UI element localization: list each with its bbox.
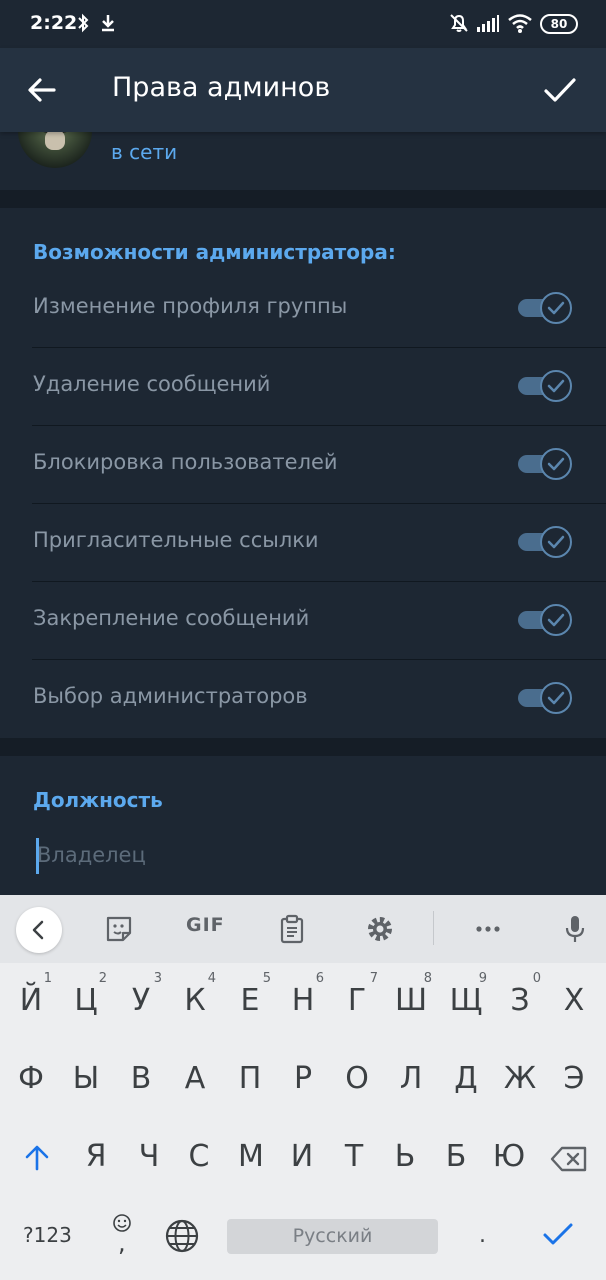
toggle-switch[interactable] — [518, 682, 572, 714]
permission-row-ban-users[interactable]: Блокировка пользователей — [0, 426, 606, 504]
keyboard: GIF 1Й 2Ц 3У 4К 5Е 6Н 7Г 8Ш 9Щ 0З Х Ф Ы … — [0, 895, 606, 1280]
wifi-icon — [508, 14, 532, 33]
app-bar: Права админов — [0, 48, 606, 132]
chevron-left-icon — [32, 920, 44, 940]
key-ц[interactable]: 2Ц — [59, 969, 113, 1033]
key-л[interactable]: Л — [384, 1047, 438, 1111]
comma-key[interactable]: , — [118, 1229, 126, 1257]
toggle-switch[interactable] — [518, 526, 572, 558]
key-м[interactable]: М — [224, 1125, 278, 1189]
key-е[interactable]: 5Е — [223, 969, 277, 1033]
avatar — [18, 132, 92, 168]
enter-check-icon[interactable] — [540, 1219, 576, 1249]
section-divider — [0, 738, 606, 756]
signal-icon — [477, 15, 499, 32]
clipboard-icon[interactable] — [276, 913, 308, 945]
toggle-switch[interactable] — [518, 604, 572, 636]
key-х[interactable]: Х — [547, 969, 601, 1033]
key-ж[interactable]: Ж — [493, 1047, 547, 1111]
permissions-header: Возможности администратора: — [33, 240, 396, 264]
key-и[interactable]: И — [275, 1125, 329, 1189]
key-ф[interactable]: Ф — [4, 1047, 58, 1111]
key-п[interactable]: П — [223, 1047, 277, 1111]
bluetooth-icon — [78, 13, 89, 33]
status-bar: 2:22 80 — [0, 0, 606, 48]
permission-label: Изменение профиля группы — [33, 294, 348, 318]
permission-row-pin-messages[interactable]: Закрепление сообщений — [0, 582, 606, 660]
check-icon — [547, 457, 565, 471]
keyboard-toolbar: GIF — [0, 895, 606, 963]
permission-row-change-profile[interactable]: Изменение профиля группы — [0, 270, 606, 348]
key-ю[interactable]: Ю — [482, 1125, 536, 1189]
backspace-icon[interactable] — [550, 1145, 588, 1173]
key-д[interactable]: Д — [439, 1047, 493, 1111]
check-icon — [547, 691, 565, 705]
check-icon — [547, 535, 565, 549]
permission-label: Закрепление сообщений — [33, 606, 310, 630]
position-input[interactable]: Владелец — [33, 838, 573, 878]
position-header: Должность — [33, 788, 163, 812]
page-title: Права админов — [112, 72, 331, 103]
permission-label: Удаление сообщений — [33, 372, 271, 396]
toolbar-separator — [433, 911, 434, 945]
key-к[interactable]: 4К — [168, 969, 222, 1033]
symbols-key[interactable]: ?123 — [23, 1223, 72, 1247]
more-icon[interactable] — [472, 913, 504, 945]
status-time: 2:22 — [30, 12, 78, 34]
key-б[interactable]: Б — [429, 1125, 483, 1189]
admin-permissions-section: Возможности администратора: Изменение пр… — [0, 208, 606, 738]
battery-indicator: 80 — [540, 14, 578, 34]
key-у[interactable]: 3У — [114, 969, 168, 1033]
key-г[interactable]: 7Г — [330, 969, 384, 1033]
check-icon — [547, 301, 565, 315]
key-ч[interactable]: Ч — [122, 1125, 176, 1189]
key-ш[interactable]: 8Ш — [384, 969, 438, 1033]
permission-label: Выбор администраторов — [33, 684, 308, 708]
key-ь[interactable]: Ь — [378, 1125, 432, 1189]
gif-button[interactable]: GIF — [186, 914, 225, 936]
key-о[interactable]: О — [330, 1047, 384, 1111]
key-а[interactable]: А — [168, 1047, 222, 1111]
key-щ[interactable]: 9Щ — [439, 969, 493, 1033]
key-в[interactable]: В — [114, 1047, 168, 1111]
key-й[interactable]: 1Й — [4, 969, 58, 1033]
key-э[interactable]: Э — [547, 1047, 601, 1111]
check-icon — [547, 613, 565, 627]
user-online-status: в сети — [111, 140, 178, 164]
key-т[interactable]: Т — [327, 1125, 381, 1189]
shift-arrow-icon[interactable] — [20, 1141, 54, 1175]
keyboard-collapse-button[interactable] — [16, 907, 62, 953]
permission-row-invite-links[interactable]: Пригласительные ссылки — [0, 504, 606, 582]
key-я[interactable]: Я — [69, 1125, 123, 1189]
microphone-icon[interactable] — [559, 913, 591, 945]
permission-label: Блокировка пользователей — [33, 450, 338, 474]
toggle-switch[interactable] — [518, 370, 572, 402]
key-ы[interactable]: Ы — [59, 1047, 113, 1111]
gear-icon[interactable] — [364, 913, 396, 945]
key-р[interactable]: Р — [276, 1047, 330, 1111]
key-н[interactable]: 6Н — [276, 969, 330, 1033]
save-check-icon[interactable] — [540, 70, 580, 110]
back-arrow-icon[interactable] — [24, 72, 60, 108]
download-icon — [102, 15, 114, 32]
permission-row-add-admins[interactable]: Выбор администраторов — [0, 660, 606, 738]
permission-label: Пригласительные ссылки — [33, 528, 319, 552]
key-з[interactable]: 0З — [493, 969, 547, 1033]
key-с[interactable]: С — [172, 1125, 226, 1189]
period-key[interactable]: . — [479, 1223, 486, 1248]
check-icon — [547, 379, 565, 393]
toggle-switch[interactable] — [518, 292, 572, 324]
position-placeholder: Владелец — [37, 843, 146, 867]
globe-icon[interactable] — [164, 1218, 200, 1254]
permission-row-delete-messages[interactable]: Удаление сообщений — [0, 348, 606, 426]
user-row[interactable]: в сети — [0, 132, 606, 190]
mute-bell-icon — [450, 14, 468, 32]
sticker-icon[interactable] — [103, 913, 135, 945]
toggle-switch[interactable] — [518, 448, 572, 480]
space-key[interactable]: Русский — [227, 1219, 438, 1254]
section-divider — [0, 190, 606, 208]
